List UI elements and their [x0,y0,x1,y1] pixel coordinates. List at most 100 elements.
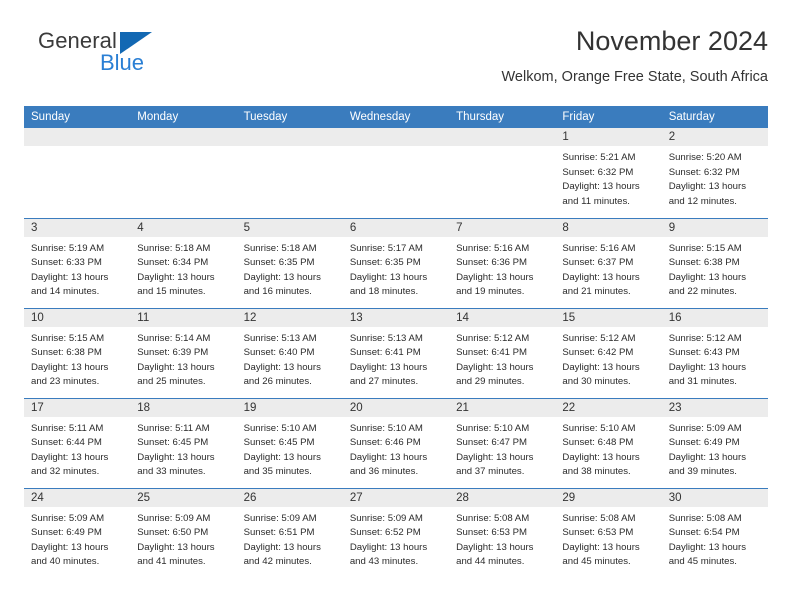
sunset-text: Sunset: 6:47 PM [456,437,528,449]
day-number [130,128,237,146]
sunset-text: Sunset: 6:41 PM [456,347,528,359]
calendar-cell-day[interactable]: 20 Sunrise: 5:10 AM Sunset: 6:46 PM Dayligh… [342,397,450,488]
calendar-cell-day[interactable]: 10 Sunrise: 5:15 AM Sunset: 6:38 PM Dayligh… [24,307,131,398]
calendar-cell-day[interactable]: 21 Sunrise: 5:10 AM Sunset: 6:47 PM Dayligh… [449,397,556,488]
daylight-text: Daylight: 13 hours and 16 minutes. [243,271,321,298]
weekday-header-wednesday: Wednesday [342,106,450,128]
calendar-cell-day[interactable]: 19 Sunrise: 5:10 AM Sunset: 6:45 PM Dayligh… [236,397,343,488]
sunrise-text: Sunrise: 5:13 AM [349,332,423,344]
day-number: 21 [449,398,556,417]
title-block: November 2024 Welkom, Orange Free State,… [502,26,769,85]
calendar-cell-day[interactable]: 26 Sunrise: 5:09 AM Sunset: 6:51 PM Dayligh… [236,487,343,578]
general-blue-logo[interactable]: General Blue [38,30,168,78]
day-details: Sunrise: 5:15 AM Sunset: 6:38 PM Daylight:… [24,327,130,390]
daylight-text: Daylight: 13 hours and 40 minutes. [31,541,109,568]
calendar-cell-day[interactable]: 16 Sunrise: 5:12 AM Sunset: 6:43 PM Dayligh… [661,307,768,398]
calendar-cell-day[interactable]: 23 Sunrise: 5:09 AM Sunset: 6:49 PM Dayligh… [661,397,768,488]
day-number: 4 [130,218,237,237]
day-number: 26 [236,488,343,507]
sunrise-text: Sunrise: 5:21 AM [562,152,636,163]
calendar-cell-day[interactable]: 18 Sunrise: 5:11 AM Sunset: 6:45 PM Dayligh… [130,397,237,488]
daylight-text: Daylight: 13 hours and 15 minutes. [137,271,215,298]
page-title: November 2024 [575,26,768,56]
daylight-text: Daylight: 13 hours and 41 minutes. [137,541,215,568]
sunset-text: Sunset: 6:38 PM [668,257,740,269]
calendar-cell-day[interactable]: 9 Sunrise: 5:15 AM Sunset: 6:38 PM Daylight… [661,217,768,308]
sunrise-text: Sunrise: 5:18 AM [137,242,211,254]
day-number: 29 [555,488,662,507]
daylight-text: Daylight: 13 hours and 12 minutes. [668,181,747,207]
daylight-text: Daylight: 13 hours and 45 minutes. [668,541,747,568]
day-details: Sunrise: 5:20 AM Sunset: 6:32 PM Daylight:… [662,146,768,209]
daylight-text: Daylight: 13 hours and 11 minutes. [562,181,640,207]
day-number: 8 [555,218,662,237]
day-number [449,128,556,146]
calendar-cell-day[interactable]: 27 Sunrise: 5:09 AM Sunset: 6:52 PM Dayligh… [342,487,450,578]
calendar-cell-day[interactable]: 12 Sunrise: 5:13 AM Sunset: 6:40 PM Dayligh… [236,307,343,398]
day-number: 19 [236,398,343,417]
day-number: 18 [130,398,237,417]
day-number: 9 [661,218,768,237]
day-details: Sunrise: 5:10 AM Sunset: 6:48 PM Daylight:… [555,417,661,480]
sunset-text: Sunset: 6:39 PM [137,347,209,359]
day-details: Sunrise: 5:18 AM Sunset: 6:34 PM Daylight:… [130,237,236,300]
day-details: Sunrise: 5:11 AM Sunset: 6:45 PM Daylight:… [130,417,236,480]
calendar-cell-day[interactable]: 1 Sunrise: 5:21 AM Sunset: 6:32 PM Daylight… [555,128,662,218]
calendar-cell-day[interactable]: 11 Sunrise: 5:14 AM Sunset: 6:39 PM Dayligh… [130,307,237,398]
calendar-cell-day[interactable]: 15 Sunrise: 5:12 AM Sunset: 6:42 PM Dayligh… [555,307,662,398]
sunset-text: Sunset: 6:44 PM [31,437,102,449]
calendar-cell-day[interactable]: 13 Sunrise: 5:13 AM Sunset: 6:41 PM Dayligh… [342,307,450,398]
sunrise-text: Sunrise: 5:13 AM [243,332,317,344]
day-number: 6 [342,218,450,237]
daylight-text: Daylight: 13 hours and 27 minutes. [349,361,428,388]
calendar-cell-day[interactable]: 7 Sunrise: 5:16 AM Sunset: 6:36 PM Daylight… [449,217,556,308]
daylight-text: Daylight: 13 hours and 39 minutes. [668,451,747,478]
sunrise-text: Sunrise: 5:18 AM [243,242,317,254]
calendar-cell-day[interactable]: 14 Sunrise: 5:12 AM Sunset: 6:41 PM Dayligh… [449,307,556,398]
calendar-cell-empty [130,128,237,218]
day-details: Sunrise: 5:19 AM Sunset: 6:33 PM Daylight:… [24,237,130,300]
day-details: Sunrise: 5:21 AM Sunset: 6:32 PM Daylight:… [555,146,661,209]
daylight-text: Daylight: 13 hours and 43 minutes. [349,541,428,568]
sunrise-text: Sunrise: 5:12 AM [562,332,636,344]
daylight-text: Daylight: 13 hours and 38 minutes. [562,451,640,478]
calendar-cell-empty [236,128,343,218]
day-details: Sunrise: 5:08 AM Sunset: 6:53 PM Daylight:… [555,507,661,570]
sunset-text: Sunset: 6:45 PM [243,437,315,449]
day-number: 11 [130,308,237,327]
sunset-text: Sunset: 6:41 PM [349,347,421,359]
calendar-cell-day[interactable]: 3 Sunrise: 5:19 AM Sunset: 6:33 PM Daylight… [24,217,131,308]
sunset-text: Sunset: 6:51 PM [243,527,315,539]
day-details: Sunrise: 5:08 AM Sunset: 6:53 PM Daylight:… [449,507,555,570]
day-number: 28 [449,488,556,507]
daylight-text: Daylight: 13 hours and 44 minutes. [456,541,534,568]
calendar-cell-day[interactable]: 29 Sunrise: 5:08 AM Sunset: 6:53 PM Dayligh… [555,487,662,578]
day-number: 22 [555,398,662,417]
daylight-text: Daylight: 13 hours and 45 minutes. [562,541,640,568]
calendar-cell-day[interactable]: 5 Sunrise: 5:18 AM Sunset: 6:35 PM Daylight… [236,217,343,308]
sunrise-text: Sunrise: 5:10 AM [243,422,317,434]
calendar-cell-day[interactable]: 4 Sunrise: 5:18 AM Sunset: 6:34 PM Daylight… [130,217,237,308]
sunrise-text: Sunrise: 5:10 AM [349,422,423,434]
calendar-cell-day[interactable]: 2 Sunrise: 5:20 AM Sunset: 6:32 PM Daylight… [661,128,768,218]
calendar-cell-empty [342,128,450,218]
daylight-text: Daylight: 13 hours and 31 minutes. [668,361,747,388]
day-number: 10 [24,308,131,327]
sunset-text: Sunset: 6:32 PM [668,166,740,178]
calendar-cell-day[interactable]: 17 Sunrise: 5:11 AM Sunset: 6:44 PM Dayligh… [24,397,131,488]
sunset-text: Sunset: 6:33 PM [31,257,102,269]
sunrise-text: Sunrise: 5:12 AM [668,332,742,344]
calendar-cell-day[interactable]: 30 Sunrise: 5:08 AM Sunset: 6:54 PM Dayligh… [661,487,768,578]
calendar-cell-day[interactable]: 28 Sunrise: 5:08 AM Sunset: 6:53 PM Dayligh… [449,487,556,578]
day-details: Sunrise: 5:10 AM Sunset: 6:45 PM Daylight:… [237,417,343,480]
calendar-cell-day[interactable]: 25 Sunrise: 5:09 AM Sunset: 6:50 PM Dayligh… [130,487,237,578]
day-number: 17 [24,398,131,417]
calendar-cell-day[interactable]: 22 Sunrise: 5:10 AM Sunset: 6:48 PM Dayligh… [555,397,662,488]
day-details: Sunrise: 5:16 AM Sunset: 6:36 PM Daylight:… [449,237,555,300]
calendar-cell-day[interactable]: 6 Sunrise: 5:17 AM Sunset: 6:35 PM Daylight… [342,217,450,308]
day-number: 25 [130,488,237,507]
sunset-text: Sunset: 6:54 PM [668,527,740,539]
calendar-cell-day[interactable]: 24 Sunrise: 5:09 AM Sunset: 6:49 PM Dayligh… [24,487,131,578]
day-number: 24 [24,488,131,507]
calendar-cell-day[interactable]: 8 Sunrise: 5:16 AM Sunset: 6:37 PM Daylight… [555,217,662,308]
